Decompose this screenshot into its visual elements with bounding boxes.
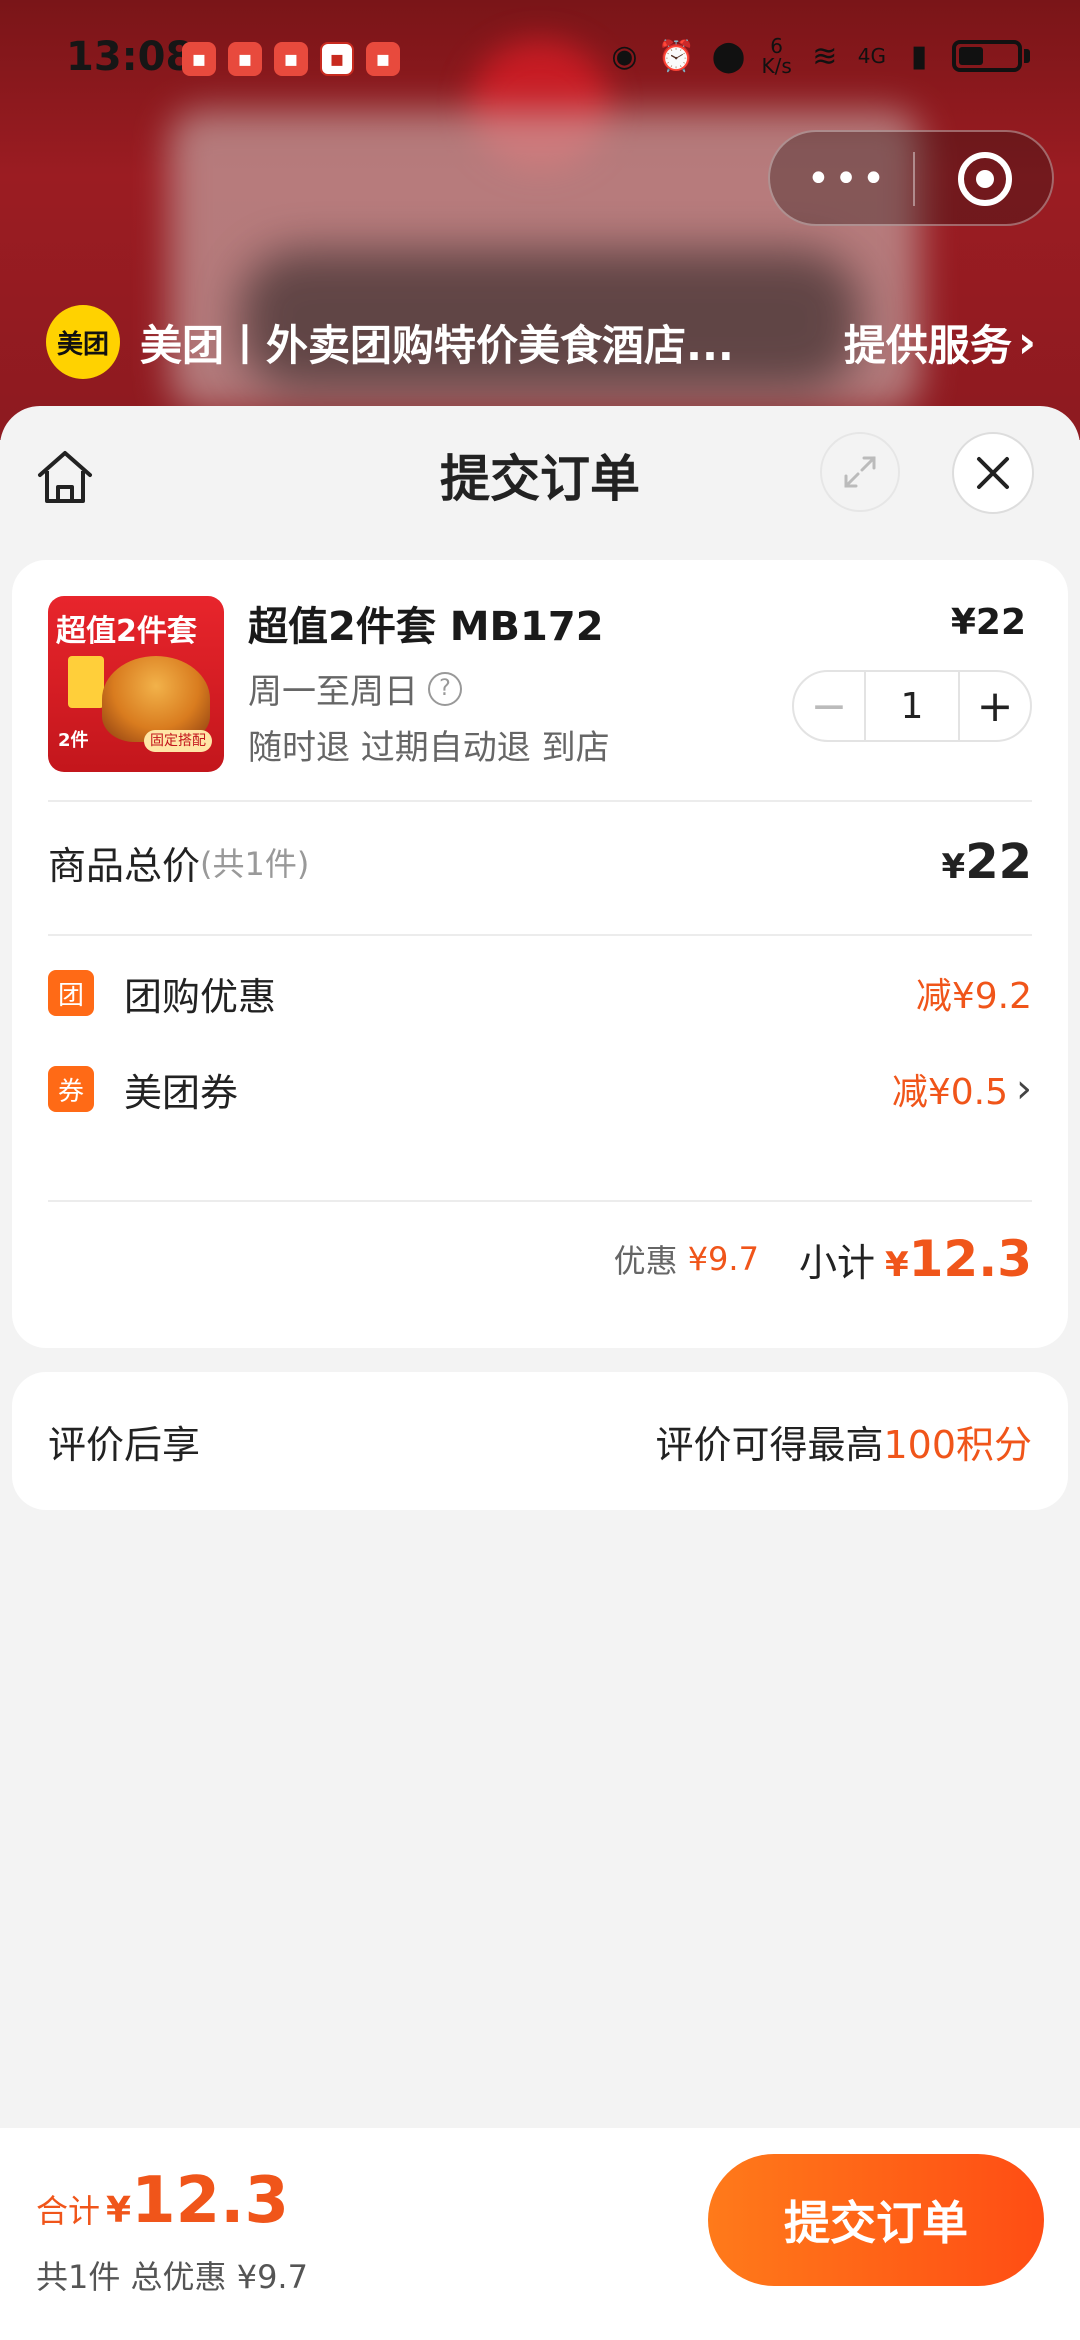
- discount-label: 团购优惠: [124, 974, 277, 1019]
- signal-icon: ▮: [910, 38, 928, 74]
- coupon-value[interactable]: 减¥0.5 ›: [892, 1063, 1032, 1115]
- divider: [48, 1200, 1032, 1202]
- checkout-summary: 共1件 总优惠 ¥9.7: [36, 2258, 308, 2296]
- alarm-icon: ⏰: [657, 38, 696, 74]
- battery-icon: [952, 40, 1022, 72]
- exit-icon[interactable]: [958, 152, 1012, 206]
- discount-label: 美团券: [124, 1070, 239, 1115]
- product-tags: 随时退 过期自动退 到店: [248, 728, 610, 768]
- status-time: 13:08: [66, 34, 194, 80]
- capsule-divider: [913, 152, 915, 206]
- chevron-right-icon: ›: [1016, 1066, 1032, 1112]
- discount-row-groupbuy: 团 团购优惠 减¥9.2: [48, 958, 1032, 1028]
- expand-icon: [844, 456, 876, 488]
- subtotal-row: 优惠 ¥9.7 小计 ¥12.3: [48, 1214, 1032, 1304]
- more-icon[interactable]: •••: [807, 156, 888, 202]
- location-icon: ⬤: [711, 38, 746, 74]
- discount-value: 减¥9.2: [915, 976, 1032, 1017]
- increase-button[interactable]: +: [960, 672, 1030, 740]
- review-reward-prefix: 评价可得最高: [655, 1422, 884, 1467]
- product-validity: 周一至周日 ?: [248, 664, 462, 713]
- subtotal-label: 小计: [798, 1240, 875, 1285]
- decrease-button[interactable]: −: [794, 672, 864, 740]
- goods-total-value: ¥22: [942, 834, 1032, 890]
- product-name: 超值2件套 MB172: [248, 604, 604, 650]
- subtotal-amount: 12.3: [908, 1230, 1032, 1288]
- subtotal-value: ¥12.3: [885, 1230, 1032, 1288]
- meituan-logo: 美团: [46, 305, 120, 379]
- review-reward-card: 评价后享 评价可得最高100积分: [12, 1372, 1068, 1510]
- thumb-chip: 固定搭配: [144, 730, 212, 752]
- fries-shape: [68, 656, 104, 708]
- quantity-stepper: − 1 +: [792, 670, 1032, 742]
- groupbuy-badge-icon: 团: [48, 970, 94, 1016]
- page-title: 提交订单: [440, 450, 640, 508]
- discount-row-coupon[interactable]: 券 美团券 减¥0.5 ›: [48, 1054, 1032, 1124]
- subtotal-discount-value: ¥9.7: [687, 1240, 759, 1278]
- miniprogram-title: 美团丨外卖团购特价美食酒店...: [140, 320, 734, 370]
- app-notification-icon: ▪: [366, 42, 400, 76]
- divider: [48, 934, 1032, 936]
- coupon-amount: 减¥0.5: [891, 1072, 1008, 1113]
- expand-button[interactable]: [820, 432, 900, 512]
- goods-total-label: 商品总价: [48, 843, 201, 888]
- currency-symbol: ¥: [106, 2190, 132, 2231]
- eye-icon: ◉: [611, 38, 638, 74]
- question-icon[interactable]: ?: [428, 671, 462, 706]
- status-indicators: ◉ ⏰ ⬤ 6 K/s ≋ 4G ▮: [605, 36, 1030, 76]
- checkout-total: 合计 ¥ 12.3: [36, 2164, 289, 2238]
- app-notification-icon: ▪: [274, 42, 308, 76]
- miniprogram-info-bar[interactable]: 美团 美团丨外卖团购特价美食酒店... 提供服务 ›: [46, 305, 1036, 379]
- service-provider-link[interactable]: 提供服务 ›: [844, 312, 1036, 373]
- wifi-icon: ≋: [812, 38, 838, 74]
- submit-order-button[interactable]: 提交订单: [708, 2154, 1044, 2286]
- checkout-total-amount: 12.3: [131, 2164, 289, 2238]
- thumb-title: 超值2件套: [56, 614, 197, 649]
- review-label: 评价后享: [48, 1422, 201, 1467]
- net-speed: 6 K/s: [761, 36, 791, 76]
- app-notification-icon: ▪: [182, 42, 216, 76]
- subtotal-discount-label: 优惠: [613, 1242, 678, 1280]
- review-reward-points: 100积分: [883, 1422, 1032, 1467]
- goods-total-row: 商品总价 (共1件) ¥22: [48, 812, 1032, 912]
- close-button[interactable]: [952, 432, 1034, 514]
- app-notification-icon: ▪: [320, 42, 354, 76]
- order-sheet: 提交订单 超值2件套 2件 固定搭配 超值2件套 MB172 ¥22 周一至周日…: [0, 406, 1080, 2340]
- validity-text: 周一至周日: [248, 672, 418, 712]
- net-speed-unit: K/s: [761, 54, 792, 78]
- close-icon: [977, 457, 1009, 489]
- status-bar: 13:08 ▪ ▪ ▪ ▪ ▪ ◉ ⏰ ⬤ 6 K/s ≋ 4G ▮: [0, 0, 1080, 120]
- app-notification-icon: ▪: [228, 42, 262, 76]
- currency-symbol: ¥: [941, 847, 966, 887]
- thumb-badge: 2件: [58, 730, 89, 751]
- notification-icons: ▪ ▪ ▪ ▪ ▪: [182, 42, 400, 76]
- chevron-right-icon: ›: [1017, 316, 1036, 368]
- review-reward: 评价可得最高100积分: [655, 1414, 1032, 1469]
- product-image[interactable]: 超值2件套 2件 固定搭配: [48, 596, 224, 772]
- checkout-bar: 合计 ¥ 12.3 共1件 总优惠 ¥9.7 提交订单: [0, 2128, 1080, 2340]
- product-price: ¥22: [950, 602, 1026, 643]
- battery-tip: [1024, 49, 1030, 63]
- goods-total-amount: 22: [965, 834, 1032, 890]
- currency-symbol: ¥: [884, 1245, 909, 1285]
- network-type: 4G: [857, 44, 886, 68]
- service-label: 提供服务: [843, 320, 1012, 370]
- checkout-total-label: 合计: [36, 2192, 101, 2230]
- miniprogram-capsule: •••: [768, 130, 1054, 226]
- order-card: 超值2件套 2件 固定搭配 超值2件套 MB172 ¥22 周一至周日 ? 随时…: [12, 560, 1068, 1348]
- coupon-badge-icon: 券: [48, 1066, 94, 1112]
- sheet-header: 提交订单: [0, 406, 1080, 556]
- quantity-value[interactable]: 1: [864, 672, 960, 740]
- goods-count: (共1件): [200, 845, 310, 883]
- divider: [48, 800, 1032, 802]
